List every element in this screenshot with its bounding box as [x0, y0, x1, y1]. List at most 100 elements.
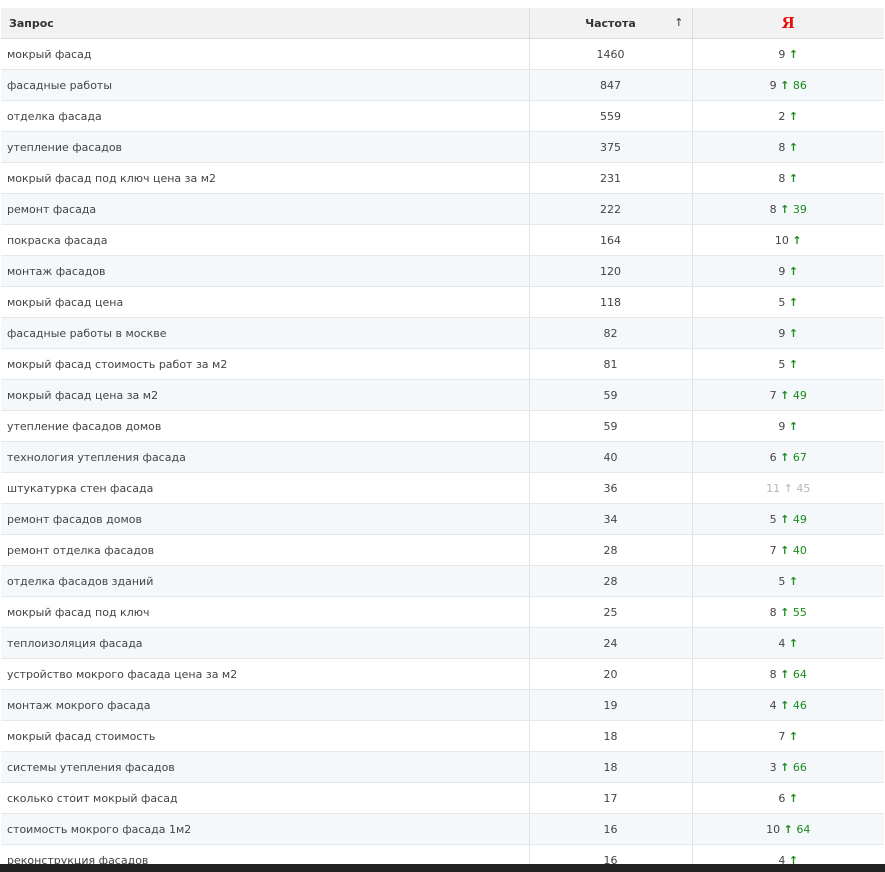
arrow-up-icon: ↑ — [788, 295, 799, 309]
yandex-position-cell: 10 ↑ 64 — [692, 813, 884, 845]
query-cell: покраска фасада — [1, 224, 530, 256]
table-row[interactable]: мокрый фасад стоимость 18 7 ↑ — [1, 720, 884, 752]
position-value: 3 — [769, 760, 777, 774]
yandex-position-cell: 3 ↑ 66 — [692, 751, 884, 783]
table-row[interactable]: мокрый фасад стоимость работ за м2 81 5 ↑ — [1, 348, 884, 380]
table-row[interactable]: монтаж мокрого фасада 19 4 ↑ 46 — [1, 689, 884, 721]
arrow-up-icon: ↑ — [788, 729, 799, 743]
yandex-position-cell: 8 ↑ — [692, 162, 884, 194]
table-row[interactable]: утепление фасадов 375 8 ↑ — [1, 131, 884, 163]
table-row[interactable]: утепление фасадов домов 59 9 ↑ — [1, 410, 884, 442]
yandex-position-cell: 11 ↑ 45 — [692, 472, 884, 504]
table-row[interactable]: стоимость мокрого фасада 1м2 16 10 ↑ 64 — [1, 813, 884, 845]
yandex-position-cell: 9 ↑ 86 — [692, 69, 884, 101]
arrow-up-icon: ↑ — [780, 760, 790, 774]
position-value: 8 — [778, 171, 786, 185]
position-value: 4 — [769, 698, 777, 712]
query-cell: мокрый фасад стоимость работ за м2 — [1, 348, 530, 380]
keyword-table: Запрос Частота ↑ Я мокрый фасад 1460 9 ↑ фа… — [1, 8, 884, 872]
position-value: 2 — [778, 109, 786, 123]
query-cell: фасадные работы — [1, 69, 530, 101]
frequency-cell: 25 — [529, 596, 693, 628]
query-cell: сколько стоит мокрый фасад — [1, 782, 530, 814]
query-cell: утепление фасадов домов — [1, 410, 530, 442]
table-row[interactable]: ремонт фасада 222 8 ↑ 39 — [1, 193, 884, 225]
previous-position-value: 86 — [792, 78, 807, 92]
table-row[interactable]: покраска фасада 164 10 ↑ — [1, 224, 884, 256]
position-value: 7 — [769, 543, 777, 557]
table-row[interactable]: мокрый фасад цена 118 5 ↑ — [1, 286, 884, 318]
position-value: 8 — [769, 605, 777, 619]
table-row[interactable]: фасадные работы 847 9 ↑ 86 — [1, 69, 884, 101]
query-cell: системы утепления фасадов — [1, 751, 530, 783]
query-cell: технология утепления фасада — [1, 441, 530, 473]
frequency-cell: 18 — [529, 720, 693, 752]
bottom-bar — [0, 864, 885, 872]
query-cell: утепление фасадов — [1, 131, 530, 163]
table-row[interactable]: теплоизоляция фасада 24 4 ↑ — [1, 627, 884, 659]
table-row[interactable]: мокрый фасад под ключ цена за м2 231 8 ↑ — [1, 162, 884, 194]
table-row[interactable]: монтаж фасадов 120 9 ↑ — [1, 255, 884, 287]
position-value: 6 — [778, 791, 786, 805]
arrow-up-icon: ↑ — [780, 388, 790, 402]
arrow-up-icon: ↑ — [788, 140, 799, 154]
frequency-cell: 28 — [529, 565, 693, 597]
previous-position-value: 66 — [792, 760, 807, 774]
column-header-yandex[interactable]: Я — [692, 8, 884, 39]
frequency-cell: 18 — [529, 751, 693, 783]
column-header-frequency-label: Частота — [585, 16, 636, 30]
position-value: 9 — [778, 264, 786, 278]
table-row[interactable]: технология утепления фасада 40 6 ↑ 67 — [1, 441, 884, 473]
frequency-cell: 34 — [529, 503, 693, 535]
table-row[interactable]: фасадные работы в москве 82 9 ↑ — [1, 317, 884, 349]
query-cell: устройство мокрого фасада цена за м2 — [1, 658, 530, 690]
query-cell: отделка фасадов зданий — [1, 565, 530, 597]
frequency-cell: 82 — [529, 317, 693, 349]
query-cell: ремонт фасада — [1, 193, 530, 225]
yandex-position-cell: 5 ↑ — [692, 348, 884, 380]
arrow-up-icon: ↑ — [780, 543, 790, 557]
yandex-position-cell: 4 ↑ 46 — [692, 689, 884, 721]
table-body: мокрый фасад 1460 9 ↑ фасадные работы 847 9 ↑… — [1, 38, 884, 872]
previous-position-value: 46 — [792, 698, 807, 712]
position-value: 4 — [778, 636, 786, 650]
yandex-position-cell: 8 ↑ — [692, 131, 884, 163]
arrow-up-icon: ↑ — [788, 264, 799, 278]
table-row[interactable]: отделка фасадов зданий 28 5 ↑ — [1, 565, 884, 597]
arrow-up-icon: ↑ — [788, 326, 799, 340]
yandex-position-cell: 10 ↑ — [692, 224, 884, 256]
table-row[interactable]: мокрый фасад под ключ 25 8 ↑ 55 — [1, 596, 884, 628]
arrow-up-icon: ↑ — [780, 450, 790, 464]
position-value: 5 — [778, 357, 786, 371]
arrow-up-icon: ↑ — [788, 47, 799, 61]
frequency-cell: 231 — [529, 162, 693, 194]
arrow-up-icon: ↑ — [780, 667, 790, 681]
table-row[interactable]: ремонт фасадов домов 34 5 ↑ 49 — [1, 503, 884, 535]
yandex-position-cell: 6 ↑ 67 — [692, 441, 884, 473]
yandex-position-cell: 7 ↑ 40 — [692, 534, 884, 566]
arrow-up-icon: ↑ — [780, 512, 790, 526]
column-header-frequency[interactable]: Частота ↑ — [529, 8, 693, 39]
frequency-cell: 847 — [529, 69, 693, 101]
query-cell: стоимость мокрого фасада 1м2 — [1, 813, 530, 845]
yandex-position-cell: 8 ↑ 64 — [692, 658, 884, 690]
table-row[interactable]: мокрый фасад цена за м2 59 7 ↑ 49 — [1, 379, 884, 411]
frequency-cell: 40 — [529, 441, 693, 473]
table-row[interactable]: ремонт отделка фасадов 28 7 ↑ 40 — [1, 534, 884, 566]
table-row[interactable]: мокрый фасад 1460 9 ↑ — [1, 38, 884, 70]
arrow-up-icon: ↑ — [788, 171, 799, 185]
column-header-query[interactable]: Запрос — [1, 8, 530, 39]
frequency-cell: 36 — [529, 472, 693, 504]
sort-ascending-icon: ↑ — [674, 16, 684, 29]
arrow-up-icon: ↑ — [788, 419, 799, 433]
table-row[interactable]: отделка фасада 559 2 ↑ — [1, 100, 884, 132]
position-value: 5 — [778, 295, 786, 309]
table-row[interactable]: сколько стоит мокрый фасад 17 6 ↑ — [1, 782, 884, 814]
table-header-row: Запрос Частота ↑ Я — [1, 8, 884, 39]
frequency-cell: 559 — [529, 100, 693, 132]
position-value: 10 — [774, 233, 789, 247]
table-row[interactable]: устройство мокрого фасада цена за м2 20 8 … — [1, 658, 884, 690]
table-row[interactable]: системы утепления фасадов 18 3 ↑ 66 — [1, 751, 884, 783]
table-row[interactable]: штукатурка стен фасада 36 11 ↑ 45 — [1, 472, 884, 504]
query-cell: теплоизоляция фасада — [1, 627, 530, 659]
